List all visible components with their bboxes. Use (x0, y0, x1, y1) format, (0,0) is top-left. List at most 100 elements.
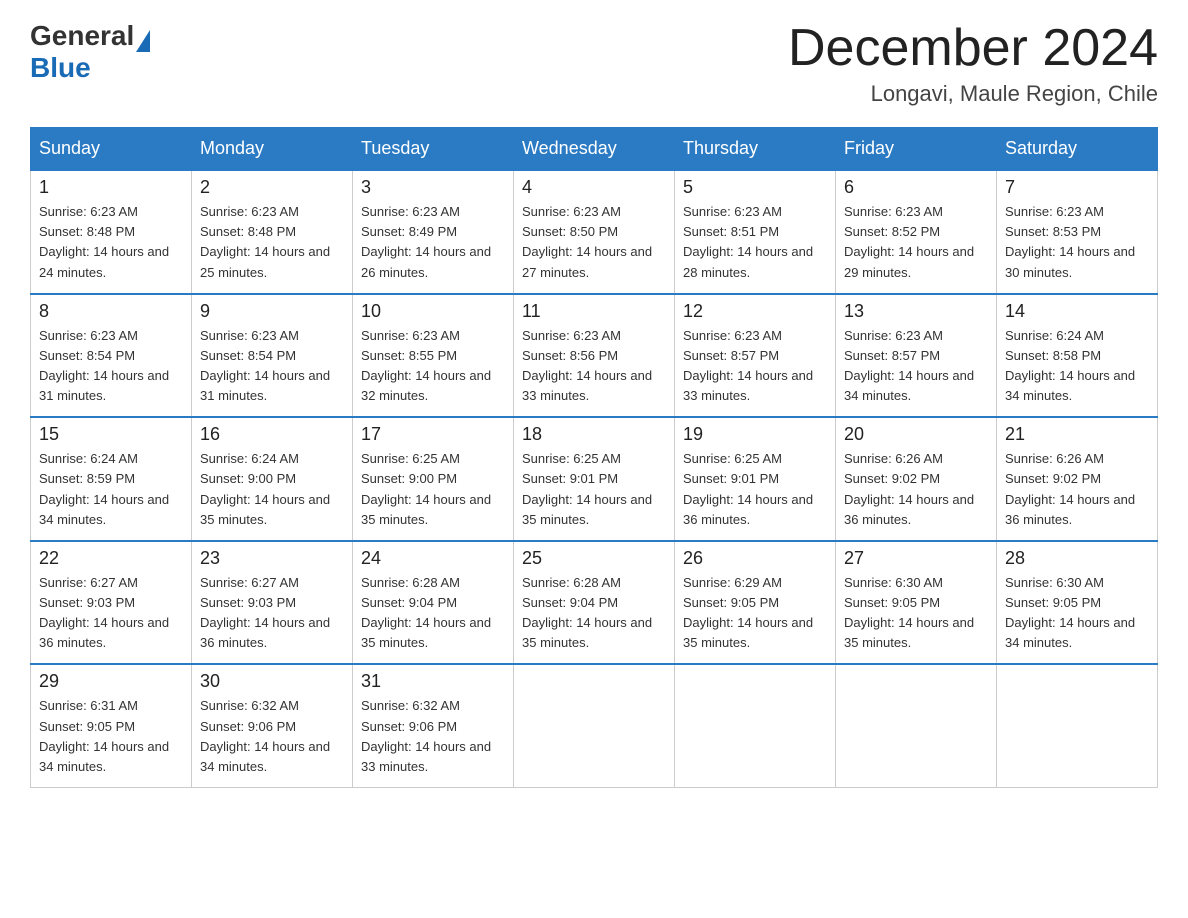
day-info: Sunrise: 6:23 AMSunset: 8:50 PMDaylight:… (522, 204, 652, 279)
day-number: 8 (39, 301, 183, 322)
calendar-cell: 25 Sunrise: 6:28 AMSunset: 9:04 PMDaylig… (514, 541, 675, 665)
calendar-cell: 2 Sunrise: 6:23 AMSunset: 8:48 PMDayligh… (192, 170, 353, 294)
calendar-cell: 1 Sunrise: 6:23 AMSunset: 8:48 PMDayligh… (31, 170, 192, 294)
day-number: 20 (844, 424, 988, 445)
calendar-cell: 5 Sunrise: 6:23 AMSunset: 8:51 PMDayligh… (675, 170, 836, 294)
day-info: Sunrise: 6:30 AMSunset: 9:05 PMDaylight:… (1005, 575, 1135, 650)
calendar-table: SundayMondayTuesdayWednesdayThursdayFrid… (30, 127, 1158, 788)
day-info: Sunrise: 6:25 AMSunset: 9:00 PMDaylight:… (361, 451, 491, 526)
day-number: 16 (200, 424, 344, 445)
day-info: Sunrise: 6:27 AMSunset: 9:03 PMDaylight:… (200, 575, 330, 650)
day-number: 3 (361, 177, 505, 198)
day-info: Sunrise: 6:23 AMSunset: 8:51 PMDaylight:… (683, 204, 813, 279)
calendar-week-row-4: 22 Sunrise: 6:27 AMSunset: 9:03 PMDaylig… (31, 541, 1158, 665)
calendar-week-row-5: 29 Sunrise: 6:31 AMSunset: 9:05 PMDaylig… (31, 664, 1158, 787)
calendar-cell: 16 Sunrise: 6:24 AMSunset: 9:00 PMDaylig… (192, 417, 353, 541)
day-number: 27 (844, 548, 988, 569)
day-number: 31 (361, 671, 505, 692)
calendar-cell: 18 Sunrise: 6:25 AMSunset: 9:01 PMDaylig… (514, 417, 675, 541)
calendar-cell: 9 Sunrise: 6:23 AMSunset: 8:54 PMDayligh… (192, 294, 353, 418)
calendar-cell: 14 Sunrise: 6:24 AMSunset: 8:58 PMDaylig… (997, 294, 1158, 418)
calendar-week-row-2: 8 Sunrise: 6:23 AMSunset: 8:54 PMDayligh… (31, 294, 1158, 418)
calendar-cell: 7 Sunrise: 6:23 AMSunset: 8:53 PMDayligh… (997, 170, 1158, 294)
calendar-cell: 3 Sunrise: 6:23 AMSunset: 8:49 PMDayligh… (353, 170, 514, 294)
calendar-cell: 20 Sunrise: 6:26 AMSunset: 9:02 PMDaylig… (836, 417, 997, 541)
calendar-cell: 12 Sunrise: 6:23 AMSunset: 8:57 PMDaylig… (675, 294, 836, 418)
day-info: Sunrise: 6:28 AMSunset: 9:04 PMDaylight:… (522, 575, 652, 650)
calendar-cell: 27 Sunrise: 6:30 AMSunset: 9:05 PMDaylig… (836, 541, 997, 665)
day-info: Sunrise: 6:24 AMSunset: 8:58 PMDaylight:… (1005, 328, 1135, 403)
day-number: 25 (522, 548, 666, 569)
day-number: 24 (361, 548, 505, 569)
day-number: 13 (844, 301, 988, 322)
logo-blue-text: Blue (30, 52, 150, 84)
day-info: Sunrise: 6:23 AMSunset: 8:57 PMDaylight:… (683, 328, 813, 403)
day-number: 4 (522, 177, 666, 198)
day-number: 6 (844, 177, 988, 198)
day-info: Sunrise: 6:31 AMSunset: 9:05 PMDaylight:… (39, 698, 169, 773)
calendar-cell (514, 664, 675, 787)
day-number: 26 (683, 548, 827, 569)
day-number: 18 (522, 424, 666, 445)
calendar-header-friday: Friday (836, 128, 997, 171)
calendar-header-sunday: Sunday (31, 128, 192, 171)
day-number: 23 (200, 548, 344, 569)
calendar-cell: 6 Sunrise: 6:23 AMSunset: 8:52 PMDayligh… (836, 170, 997, 294)
calendar-cell: 24 Sunrise: 6:28 AMSunset: 9:04 PMDaylig… (353, 541, 514, 665)
day-info: Sunrise: 6:23 AMSunset: 8:56 PMDaylight:… (522, 328, 652, 403)
day-info: Sunrise: 6:23 AMSunset: 8:54 PMDaylight:… (39, 328, 169, 403)
day-info: Sunrise: 6:23 AMSunset: 8:53 PMDaylight:… (1005, 204, 1135, 279)
calendar-header-saturday: Saturday (997, 128, 1158, 171)
calendar-header-thursday: Thursday (675, 128, 836, 171)
location-title: Longavi, Maule Region, Chile (788, 81, 1158, 107)
calendar-header-wednesday: Wednesday (514, 128, 675, 171)
day-info: Sunrise: 6:23 AMSunset: 8:49 PMDaylight:… (361, 204, 491, 279)
calendar-cell: 17 Sunrise: 6:25 AMSunset: 9:00 PMDaylig… (353, 417, 514, 541)
calendar-cell (997, 664, 1158, 787)
day-info: Sunrise: 6:26 AMSunset: 9:02 PMDaylight:… (1005, 451, 1135, 526)
day-number: 9 (200, 301, 344, 322)
day-info: Sunrise: 6:23 AMSunset: 8:55 PMDaylight:… (361, 328, 491, 403)
day-info: Sunrise: 6:25 AMSunset: 9:01 PMDaylight:… (522, 451, 652, 526)
day-number: 2 (200, 177, 344, 198)
calendar-cell (675, 664, 836, 787)
calendar-header-row: SundayMondayTuesdayWednesdayThursdayFrid… (31, 128, 1158, 171)
calendar-cell: 21 Sunrise: 6:26 AMSunset: 9:02 PMDaylig… (997, 417, 1158, 541)
calendar-cell: 19 Sunrise: 6:25 AMSunset: 9:01 PMDaylig… (675, 417, 836, 541)
day-number: 29 (39, 671, 183, 692)
calendar-cell: 29 Sunrise: 6:31 AMSunset: 9:05 PMDaylig… (31, 664, 192, 787)
day-info: Sunrise: 6:32 AMSunset: 9:06 PMDaylight:… (200, 698, 330, 773)
day-info: Sunrise: 6:23 AMSunset: 8:52 PMDaylight:… (844, 204, 974, 279)
day-number: 28 (1005, 548, 1149, 569)
logo-general-text: General (30, 20, 134, 52)
logo-triangle-icon (136, 30, 150, 52)
day-number: 10 (361, 301, 505, 322)
calendar-header-tuesday: Tuesday (353, 128, 514, 171)
day-info: Sunrise: 6:23 AMSunset: 8:48 PMDaylight:… (39, 204, 169, 279)
calendar-cell: 26 Sunrise: 6:29 AMSunset: 9:05 PMDaylig… (675, 541, 836, 665)
calendar-header-monday: Monday (192, 128, 353, 171)
day-number: 30 (200, 671, 344, 692)
day-number: 21 (1005, 424, 1149, 445)
calendar-cell: 4 Sunrise: 6:23 AMSunset: 8:50 PMDayligh… (514, 170, 675, 294)
day-info: Sunrise: 6:27 AMSunset: 9:03 PMDaylight:… (39, 575, 169, 650)
month-title: December 2024 (788, 20, 1158, 77)
calendar-cell: 15 Sunrise: 6:24 AMSunset: 8:59 PMDaylig… (31, 417, 192, 541)
calendar-cell: 23 Sunrise: 6:27 AMSunset: 9:03 PMDaylig… (192, 541, 353, 665)
day-info: Sunrise: 6:23 AMSunset: 8:57 PMDaylight:… (844, 328, 974, 403)
day-number: 1 (39, 177, 183, 198)
day-info: Sunrise: 6:25 AMSunset: 9:01 PMDaylight:… (683, 451, 813, 526)
page-header: General Blue December 2024 Longavi, Maul… (30, 20, 1158, 107)
calendar-cell: 11 Sunrise: 6:23 AMSunset: 8:56 PMDaylig… (514, 294, 675, 418)
day-number: 12 (683, 301, 827, 322)
calendar-cell: 22 Sunrise: 6:27 AMSunset: 9:03 PMDaylig… (31, 541, 192, 665)
title-section: December 2024 Longavi, Maule Region, Chi… (788, 20, 1158, 107)
calendar-cell: 30 Sunrise: 6:32 AMSunset: 9:06 PMDaylig… (192, 664, 353, 787)
calendar-week-row-1: 1 Sunrise: 6:23 AMSunset: 8:48 PMDayligh… (31, 170, 1158, 294)
calendar-cell: 31 Sunrise: 6:32 AMSunset: 9:06 PMDaylig… (353, 664, 514, 787)
day-number: 22 (39, 548, 183, 569)
day-info: Sunrise: 6:26 AMSunset: 9:02 PMDaylight:… (844, 451, 974, 526)
day-info: Sunrise: 6:24 AMSunset: 9:00 PMDaylight:… (200, 451, 330, 526)
calendar-cell: 13 Sunrise: 6:23 AMSunset: 8:57 PMDaylig… (836, 294, 997, 418)
day-info: Sunrise: 6:29 AMSunset: 9:05 PMDaylight:… (683, 575, 813, 650)
